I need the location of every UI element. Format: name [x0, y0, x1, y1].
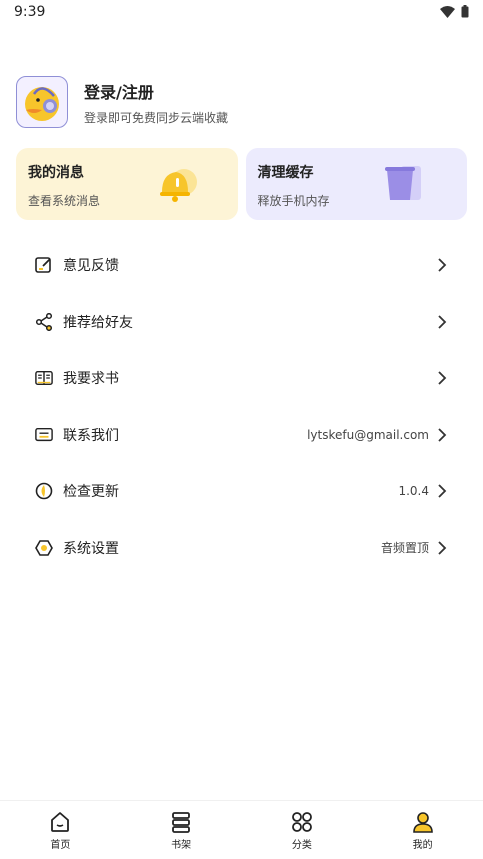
contact-email: lytskefu@gmail.com — [307, 427, 429, 442]
share-icon — [35, 312, 53, 331]
home-icon — [51, 812, 70, 832]
edit-note-icon — [35, 256, 53, 274]
bookshelf-icon — [172, 812, 191, 833]
trash-can-icon — [385, 166, 421, 200]
tab-label: 书架 — [171, 840, 192, 851]
chevron-right-icon — [438, 428, 447, 442]
menu-label: 我要求书 — [63, 371, 119, 388]
menu-item-feedback[interactable]: 意见反馈 — [0, 237, 483, 294]
tab-label: 首页 — [50, 840, 71, 851]
battery-icon — [461, 5, 469, 18]
tab-home[interactable]: 首页 — [0, 801, 121, 859]
menu-label: 系统设置 — [63, 540, 119, 557]
tab-category[interactable]: 分类 — [242, 801, 363, 859]
settings-menu: 意见反馈 推荐给好友 我要求书 联系我们 lytskefu@gmail.com … — [0, 237, 483, 576]
bottom-tab-bar: 首页 书架 分类 我的 — [0, 800, 483, 859]
login-register-title: 登录/注册 — [84, 82, 154, 102]
wifi-icon — [440, 5, 455, 18]
login-hint: 登录即可免费同步云端收藏 — [84, 110, 229, 125]
profile-text: 登录/注册 登录即可免费同步云端收藏 — [84, 79, 228, 126]
menu-label: 联系我们 — [63, 427, 119, 444]
chevron-right-icon — [438, 315, 447, 329]
open-book-icon — [35, 369, 53, 387]
settings-value: 音频置顶 — [380, 541, 429, 556]
tab-label: 我的 — [412, 840, 433, 851]
app-version: 1.0.4 — [398, 484, 429, 499]
avatar[interactable] — [16, 76, 68, 128]
tab-mine[interactable]: 我的 — [362, 801, 483, 859]
category-icon — [291, 812, 312, 832]
menu-item-share[interactable]: 推荐给好友 — [0, 294, 483, 351]
menu-label: 意见反馈 — [63, 258, 119, 275]
menu-item-contact[interactable]: 联系我们 lytskefu@gmail.com — [0, 407, 483, 464]
duck-avatar-icon — [25, 87, 59, 121]
chevron-right-icon — [438, 541, 447, 555]
status-bar: 9:39 — [0, 0, 483, 26]
status-icons — [440, 5, 469, 18]
status-time: 9:39 — [14, 4, 46, 20]
chevron-right-icon — [438, 258, 447, 272]
quick-cards: 我的消息 查看系统消息 清理缓存 释放手机内存 — [16, 148, 467, 220]
menu-item-request-book[interactable]: 我要求书 — [0, 350, 483, 407]
bell-icon — [159, 169, 197, 202]
my-messages-card[interactable]: 我的消息 查看系统消息 — [16, 148, 238, 220]
clear-cache-card[interactable]: 清理缓存 释放手机内存 — [245, 148, 467, 220]
menu-item-check-update[interactable]: 检查更新 1.0.4 — [0, 463, 483, 520]
tab-label: 分类 — [291, 840, 312, 851]
login-profile[interactable]: 登录/注册 登录即可免费同步云端收藏 — [16, 76, 456, 128]
user-icon — [412, 812, 433, 833]
update-icon — [35, 482, 53, 500]
menu-label: 检查更新 — [63, 484, 119, 501]
chevron-right-icon — [438, 371, 447, 385]
menu-label: 推荐给好友 — [63, 314, 133, 331]
hexagon-settings-icon — [35, 539, 53, 557]
tab-bookshelf[interactable]: 书架 — [121, 801, 242, 859]
message-icon — [35, 426, 53, 444]
chevron-right-icon — [438, 484, 447, 498]
menu-item-system-settings[interactable]: 系统设置 音频置顶 — [0, 520, 483, 577]
